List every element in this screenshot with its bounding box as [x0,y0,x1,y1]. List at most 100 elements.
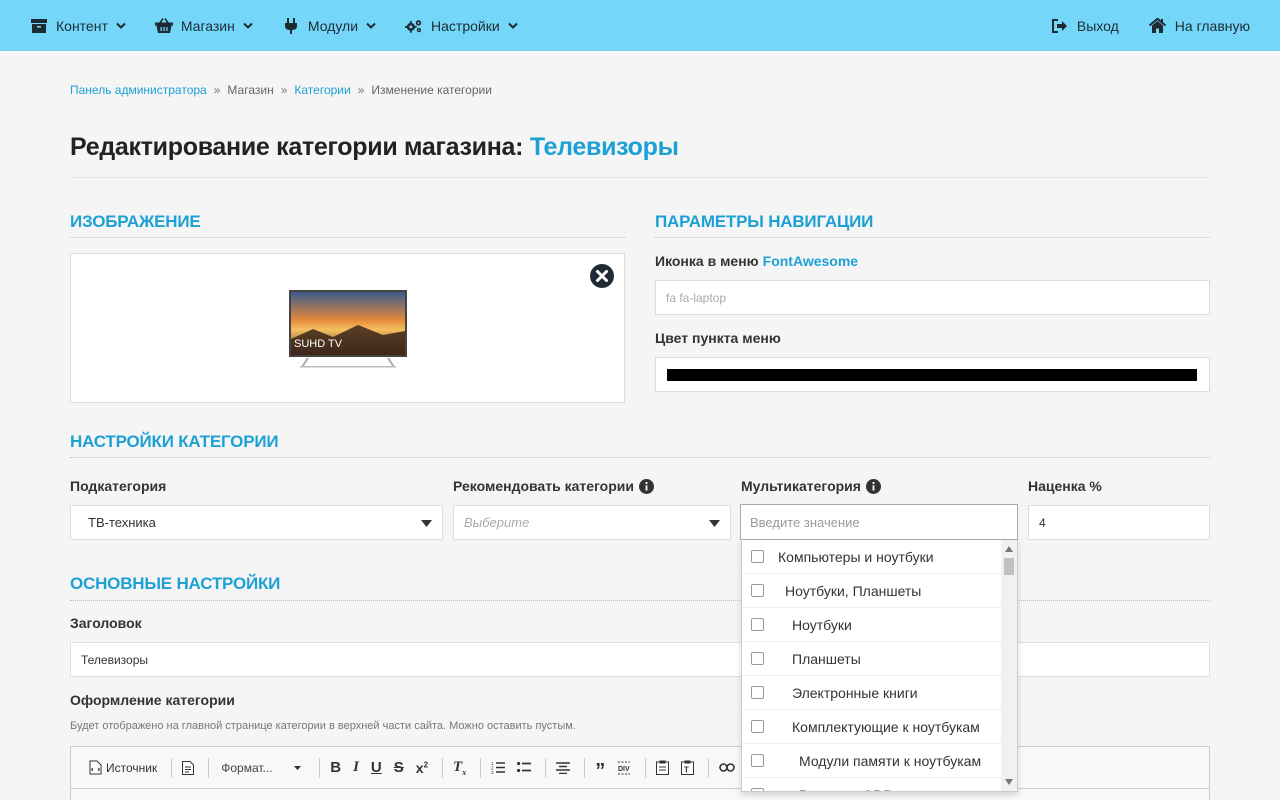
templates-button[interactable] [178,755,198,781]
main-menu: Контент Магазин Модули Настройки [0,0,518,51]
multicategory-option[interactable]: Ноутбуки [742,608,1002,642]
category-image-box[interactable]: SUHD TV [70,253,625,403]
multicategory-option[interactable]: Планшеты [742,642,1002,676]
section-divider [655,237,1210,238]
remove-format-icon: Tx [453,758,467,777]
scrollbar-thumb[interactable] [1004,558,1014,575]
multicategory-option[interactable]: Внешние ODD [742,778,1002,791]
menu-modules-label: Модули [307,17,359,34]
toolbar-separator [442,757,444,778]
heading-value: Телевизоры [81,652,149,667]
page-title: Редактирование категории магазина: Телев… [70,133,679,162]
design-label: Оформление категории [70,692,235,708]
main-settings-heading: ОСНОВНЫЕ НАСТРОЙКИ [70,574,281,593]
svg-text:DIV: DIV [618,766,630,773]
div-button[interactable]: DIV [613,755,635,781]
subcategory-select[interactable]: ТВ-техника [70,505,443,540]
fontawesome-link[interactable]: FontAwesome [763,253,858,269]
toolbar-separator [480,757,482,778]
multicategory-option[interactable]: Комплектующие к ноутбукам [742,710,1002,744]
breadcrumb-admin[interactable]: Панель администратора [70,83,207,97]
option-checkbox[interactable] [751,720,764,733]
multicategory-label-text: Мультикатегория [741,478,861,494]
menu-content[interactable]: Контент [30,0,126,51]
markup-value: 4 [1039,515,1046,530]
option-label: Электронные книги [792,684,918,701]
paste-button[interactable] [652,755,673,781]
heading-input[interactable]: Телевизоры [70,642,1210,677]
info-icon[interactable] [638,478,654,494]
remove-image-icon[interactable] [590,264,614,288]
toolbar-separator [584,757,586,778]
top-navbar: Контент Магазин Модули Настройки Выход Н… [0,0,1280,51]
breadcrumb-categories[interactable]: Категории [294,83,350,97]
multicategory-search-input[interactable]: Введите значение [740,504,1018,540]
recommend-label-text: Рекомендовать категории [453,478,634,494]
multicategory-option[interactable]: Компьютеры и ноутбуки [742,540,1002,574]
logout-link[interactable]: Выход [1051,0,1119,51]
align-center-button[interactable] [552,755,574,781]
home-link[interactable]: На главную [1149,0,1250,51]
breadcrumb-current: Изменение категории [371,83,492,97]
home-icon [1149,18,1167,34]
info-icon[interactable] [865,478,881,494]
underline-button[interactable]: U [367,755,386,781]
toolbar-separator [319,757,321,778]
design-help-text: Будет отображено на главной странице кат… [70,720,576,732]
option-checkbox[interactable] [751,550,764,563]
source-button[interactable]: Источник [85,755,161,781]
option-checkbox[interactable] [751,652,764,665]
subcategory-value: ТВ-техника [88,515,156,530]
caret-down-icon [421,520,432,527]
bulleted-list-button[interactable] [513,755,535,781]
option-checkbox[interactable] [751,618,764,631]
markup-input[interactable]: 4 [1028,505,1210,540]
format-select[interactable]: Формат... [215,755,307,781]
option-checkbox[interactable] [751,584,764,597]
multicategory-option[interactable]: Электронные книги [742,676,1002,710]
superscript-button[interactable]: x2 [412,755,432,781]
menu-color-picker[interactable] [655,357,1210,392]
remove-format-button[interactable]: Tx [449,755,470,781]
paste-text-button[interactable]: T [677,755,698,781]
logout-label: Выход [1076,17,1119,34]
bold-button[interactable]: B [326,755,345,781]
toolbar-separator [171,757,173,778]
multicategory-option[interactable]: Ноутбуки, Планшеты [742,574,1002,608]
blockquote-button[interactable]: ” [591,755,609,781]
dropdown-scrollbar[interactable] [1001,540,1017,791]
multicategory-dropdown: Компьютеры и ноутбуки Ноутбуки, Планшеты Н… [741,540,1018,792]
toolbar-separator [208,757,210,778]
option-label: Комплектующие к ноутбукам [792,718,980,735]
option-label: Компьютеры и ноутбуки [778,548,934,565]
scroll-up-icon[interactable] [1005,546,1013,552]
italic-button[interactable]: I [349,755,363,781]
recommend-select[interactable]: Выберите [453,505,731,540]
option-checkbox[interactable] [751,686,764,699]
strike-button[interactable]: S [390,755,408,781]
svg-text:T: T [684,766,689,775]
menu-modules[interactable]: Модули [282,0,376,51]
link-button[interactable] [715,755,739,781]
menu-icon-placeholder: fa fa-laptop [666,290,727,305]
menu-settings[interactable]: Настройки [405,0,518,51]
source-label: Источник [106,760,158,775]
toolbar-separator [708,757,710,778]
menu-icon-input[interactable]: fa fa-laptop [655,280,1210,315]
bold-icon: B [330,759,342,776]
quote-icon: ” [595,759,606,782]
heading-field-label: Заголовок [70,615,142,631]
scroll-down-icon[interactable] [1005,779,1013,785]
rich-text-editor: Источник Формат... B I U S x2 Tx 123 ” D… [70,746,1210,800]
menu-settings-label: Настройки [431,17,500,34]
option-checkbox[interactable] [751,754,764,767]
menu-icon-label: Иконка в меню FontAwesome [655,253,858,269]
archive-icon [30,18,48,34]
multicategory-option[interactable]: Модули памяти к ноутбукам [742,744,1002,778]
cogs-icon [405,18,423,34]
italic-icon: I [353,759,359,775]
numbered-list-button[interactable]: 123 [487,755,509,781]
menu-shop[interactable]: Магазин [154,0,253,51]
superscript-icon: x2 [415,759,429,776]
option-checkbox[interactable] [751,788,764,791]
